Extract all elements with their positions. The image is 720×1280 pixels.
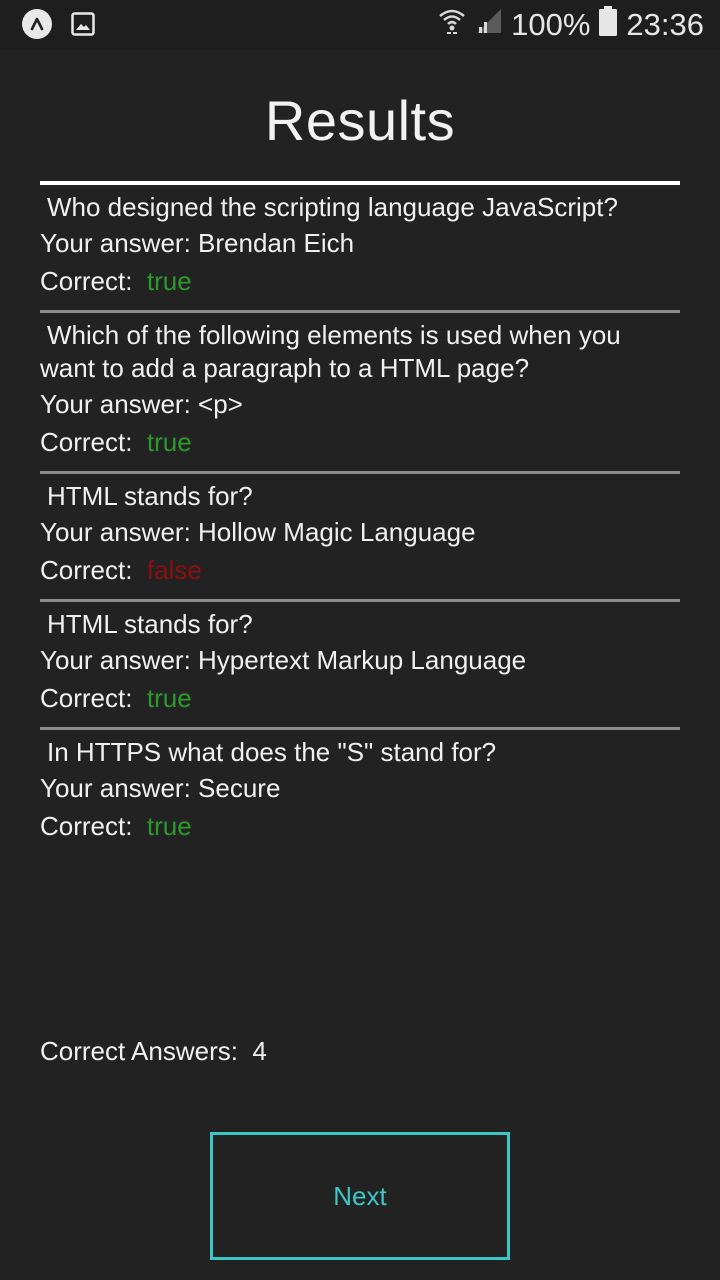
your-answer-label: Your answer: <box>40 389 199 419</box>
question-text: HTML stands for? <box>47 481 253 511</box>
battery-percent: 100% <box>511 7 591 42</box>
question-text: Which of the following elements is used … <box>40 320 621 383</box>
result-item: Who designed the scripting language Java… <box>40 181 680 310</box>
correct-answers-count: Correct Answers: 4 <box>40 1036 267 1067</box>
signal-icon <box>475 7 503 43</box>
your-answer-value: Brendan Eich <box>198 228 355 258</box>
question-text: In HTTPS what does the "S" stand for? <box>47 737 497 767</box>
question-text: HTML stands for? <box>47 609 253 639</box>
result-item: In HTTPS what does the "S" stand for? Yo… <box>40 727 680 845</box>
your-answer-line: Your answer: Hypertext Markup Language <box>40 641 680 679</box>
correct-line: Correct: true <box>40 807 680 845</box>
your-answer-line: Your answer: Secure <box>40 769 680 807</box>
your-answer-value: Secure <box>198 773 281 803</box>
correct-label: Correct: <box>40 683 147 713</box>
correct-label: Correct: <box>40 266 147 296</box>
wifi-icon <box>437 6 467 44</box>
correct-answers-label: Correct Answers: <box>40 1036 253 1066</box>
your-answer-value: Hypertext Markup Language <box>198 645 527 675</box>
your-answer-label: Your answer: <box>40 645 199 675</box>
result-item: HTML stands for? Your answer: Hypertext … <box>40 599 680 727</box>
clock-time: 23:36 <box>626 7 704 42</box>
your-answer-line: Your answer: Brendan Eich <box>40 224 680 262</box>
correct-answers-value: 4 <box>252 1036 267 1066</box>
correct-line: Correct: false <box>40 551 680 589</box>
status-bar-system: 100% 23:36 <box>437 6 704 44</box>
correct-value: true <box>146 266 192 296</box>
result-item: HTML stands for? Your answer: Hollow Mag… <box>40 471 680 599</box>
your-answer-label: Your answer: <box>40 228 199 258</box>
your-answer-line: Your answer: <p> <box>40 385 680 423</box>
correct-line: Correct: true <box>40 423 680 461</box>
correct-value: true <box>146 683 192 713</box>
correct-line: Correct: true <box>40 262 680 300</box>
result-item: Which of the following elements is used … <box>40 310 680 471</box>
your-answer-label: Your answer: <box>40 773 199 803</box>
correct-label: Correct: <box>40 427 147 457</box>
your-answer-value: <p> <box>198 389 243 419</box>
next-button[interactable]: Next <box>210 1132 510 1260</box>
your-answer-line: Your answer: Hollow Magic Language <box>40 513 680 551</box>
status-bar: 100% 23:36 <box>0 0 720 50</box>
correct-label: Correct: <box>40 555 147 585</box>
battery-icon <box>598 5 618 45</box>
your-answer-value: Hollow Magic Language <box>198 517 476 547</box>
status-bar-notifications <box>22 9 96 39</box>
correct-label: Correct: <box>40 811 147 841</box>
page-title: Results <box>264 89 456 152</box>
gallery-icon <box>70 11 96 37</box>
correct-line: Correct: true <box>40 679 680 717</box>
correct-value: false <box>146 555 202 585</box>
results-list: Who designed the scripting language Java… <box>40 181 680 845</box>
question-text: Who designed the scripting language Java… <box>47 192 618 222</box>
correct-value: true <box>146 427 192 457</box>
correct-value: true <box>146 811 192 841</box>
app-circle-icon <box>22 9 52 39</box>
your-answer-label: Your answer: <box>40 517 199 547</box>
results-screen: 100% 23:36 Results Who designed the scri… <box>0 0 720 1280</box>
